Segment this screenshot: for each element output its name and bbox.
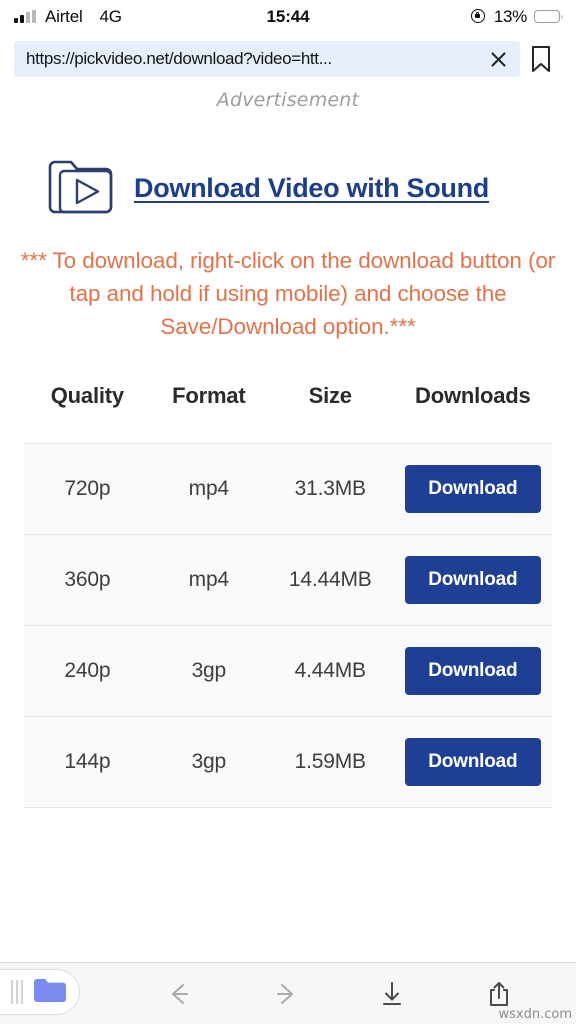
browser-address-bar: https://pickvideo.net/download?video=htt… [0, 33, 576, 85]
promo-banner[interactable]: Download Video with Sound [0, 111, 576, 222]
download-options-table: Quality Format Size Downloads 720p mp4 3… [24, 383, 552, 808]
network-type: 4G [99, 6, 122, 26]
download-button[interactable]: Download [404, 738, 541, 786]
carrier-name: Airtel [45, 6, 83, 26]
column-header-quality: Quality [50, 383, 124, 408]
cell-action: Download [393, 716, 552, 808]
cell-quality: 144p [24, 716, 151, 808]
watermark: wsxdn.com [498, 1007, 573, 1022]
video-folder-icon [44, 155, 116, 222]
cell-format: mp4 [150, 534, 267, 626]
cell-size: 4.44MB [266, 625, 394, 717]
cell-quality: 720p [24, 443, 151, 535]
download-button[interactable]: Download [404, 465, 541, 513]
url-field[interactable]: https://pickvideo.net/download?video=htt… [14, 41, 520, 77]
table-header-row: Quality Format Size Downloads [24, 383, 552, 444]
column-header-downloads: Downloads [415, 383, 531, 408]
advertisement-label: Advertisement [216, 89, 360, 111]
web-page-content: Advertisement Download Video with Sound … [0, 85, 576, 962]
download-icon[interactable] [368, 970, 416, 1018]
battery-percent: 13% [493, 6, 527, 26]
download-instructions-text: *** To download, right-click on the down… [20, 248, 556, 339]
download-button[interactable]: Download [404, 556, 541, 604]
signal-strength-icon [14, 10, 36, 23]
cell-quality: 360p [24, 534, 151, 626]
download-video-with-sound-link[interactable]: Download Video with Sound [134, 173, 489, 204]
table-row: 240p 3gp 4.44MB Download [24, 625, 552, 717]
cell-action: Download [393, 534, 552, 626]
cell-action: Download [393, 443, 552, 535]
rotation-lock-icon [470, 8, 487, 25]
cell-format: 3gp [150, 625, 267, 717]
column-header-format: Format [172, 383, 246, 408]
close-icon[interactable] [484, 45, 512, 73]
status-bar-right: 13% [470, 6, 563, 27]
cell-action: Download [393, 625, 552, 717]
tabs-folder-icon[interactable] [0, 969, 80, 1015]
arrow-right-icon[interactable] [262, 970, 310, 1018]
cell-size: 31.3MB [266, 443, 394, 535]
cell-size: 1.59MB [266, 716, 394, 808]
cell-quality: 240p [24, 625, 151, 717]
download-button[interactable]: Download [404, 647, 541, 695]
url-text[interactable]: https://pickvideo.net/download?video=htt… [26, 49, 484, 69]
bookmark-icon[interactable] [520, 39, 562, 79]
column-header-size: Size [308, 383, 352, 408]
table-row: 360p mp4 14.44MB Download [24, 534, 552, 626]
cell-size: 14.44MB [266, 534, 394, 626]
tab-stack-lines-icon [11, 980, 23, 1004]
browser-bottom-toolbar: wsxdn.com [0, 962, 576, 1024]
table-row: 144p 3gp 1.59MB Download [24, 716, 552, 808]
folder-icon [33, 977, 67, 1008]
cell-format: 3gp [150, 716, 267, 808]
table-row: 720p mp4 31.3MB Download [24, 443, 552, 535]
status-bar: Airtel 4G 15:44 13% [0, 0, 576, 33]
status-bar-left: Airtel 4G [14, 7, 122, 27]
cell-format: mp4 [150, 443, 267, 535]
arrow-left-icon[interactable] [155, 970, 203, 1018]
battery-icon [534, 10, 563, 23]
